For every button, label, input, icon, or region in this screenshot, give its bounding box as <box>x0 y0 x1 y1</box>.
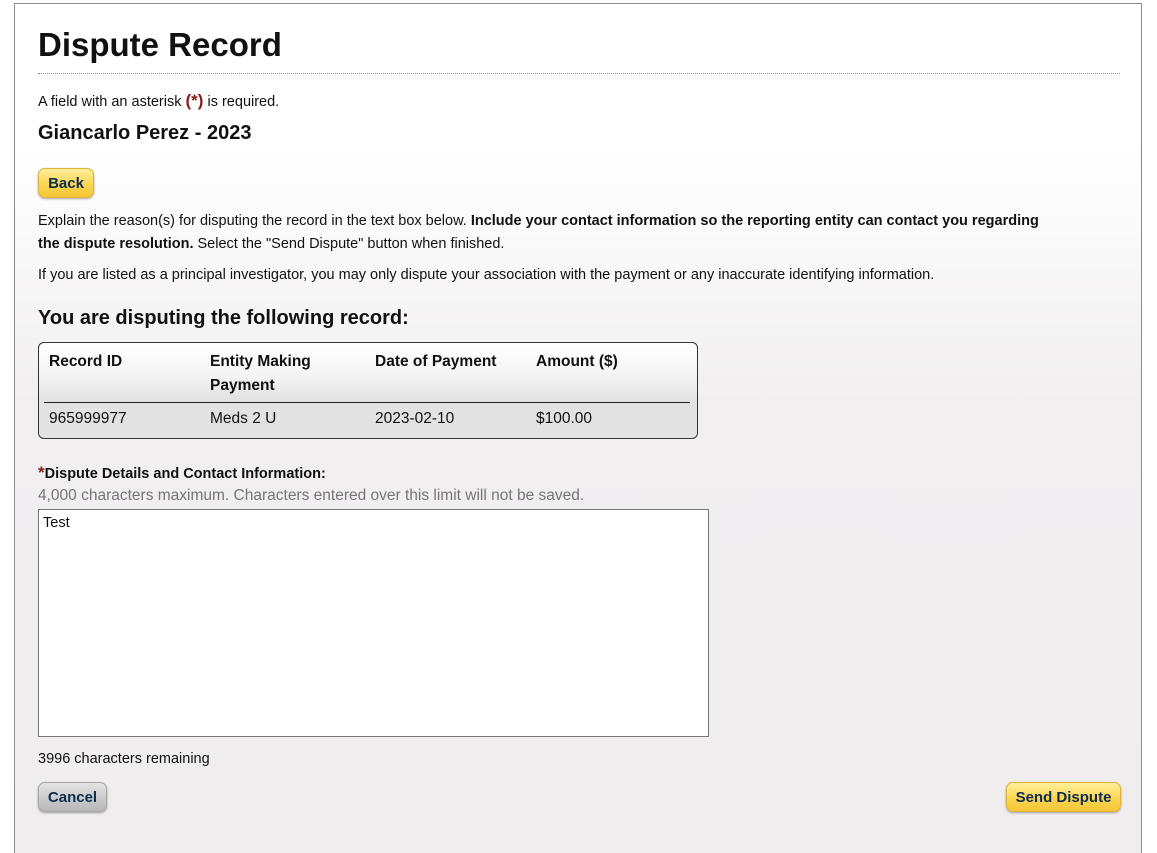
dispute-required-asterisk: * <box>38 463 45 482</box>
title-divider <box>38 73 1120 74</box>
col-header-record-id: Record ID <box>49 353 123 370</box>
col-header-date: Date of Payment <box>375 353 497 370</box>
instructions-intro: Explain the reason(s) for disputing the … <box>38 213 471 229</box>
record-section-heading: You are disputing the following record: <box>38 307 409 329</box>
cell-amount: $100.00 <box>536 410 593 427</box>
cell-date: 2023-02-10 <box>375 410 455 427</box>
cell-record-id: 965999977 <box>49 410 127 427</box>
col-header-amount: Amount ($) <box>536 353 618 370</box>
col-header-entity: Entity Making Payment <box>210 353 311 394</box>
send-dispute-button[interactable]: Send Dispute <box>1006 782 1121 812</box>
instructions-text: Explain the reason(s) for disputing the … <box>38 210 1048 256</box>
dispute-details-textarea[interactable] <box>38 509 709 737</box>
cancel-button[interactable]: Cancel <box>38 782 107 812</box>
dispute-details-label: *Dispute Details and Contact Information… <box>38 463 326 483</box>
instructions-finish: Select the "Send Dispute" button when fi… <box>193 236 505 252</box>
record-owner-heading: Giancarlo Perez - 2023 <box>38 122 252 144</box>
characters-remaining: 3996 characters remaining <box>38 751 210 767</box>
cell-entity: Meds 2 U <box>210 410 277 427</box>
page-title: Dispute Record <box>38 26 282 63</box>
principal-investigator-note: If you are listed as a principal investi… <box>38 267 935 283</box>
dispute-panel: Dispute Record A field with an asterisk … <box>14 3 1142 853</box>
required-asterisk: (*) <box>185 91 204 110</box>
table-header-divider <box>44 402 690 403</box>
dispute-details-label-text: Dispute Details and Contact Information: <box>44 466 326 482</box>
required-note-after: is required. <box>203 94 280 110</box>
record-table: Record ID Entity Making Payment Date of … <box>38 342 698 439</box>
back-button[interactable]: Back <box>38 168 94 198</box>
required-note-before: A field with an asterisk <box>38 94 186 110</box>
character-limit-hint: 4,000 characters maximum. Characters ent… <box>38 487 585 504</box>
required-note: A field with an asterisk (*) is required… <box>38 91 279 111</box>
